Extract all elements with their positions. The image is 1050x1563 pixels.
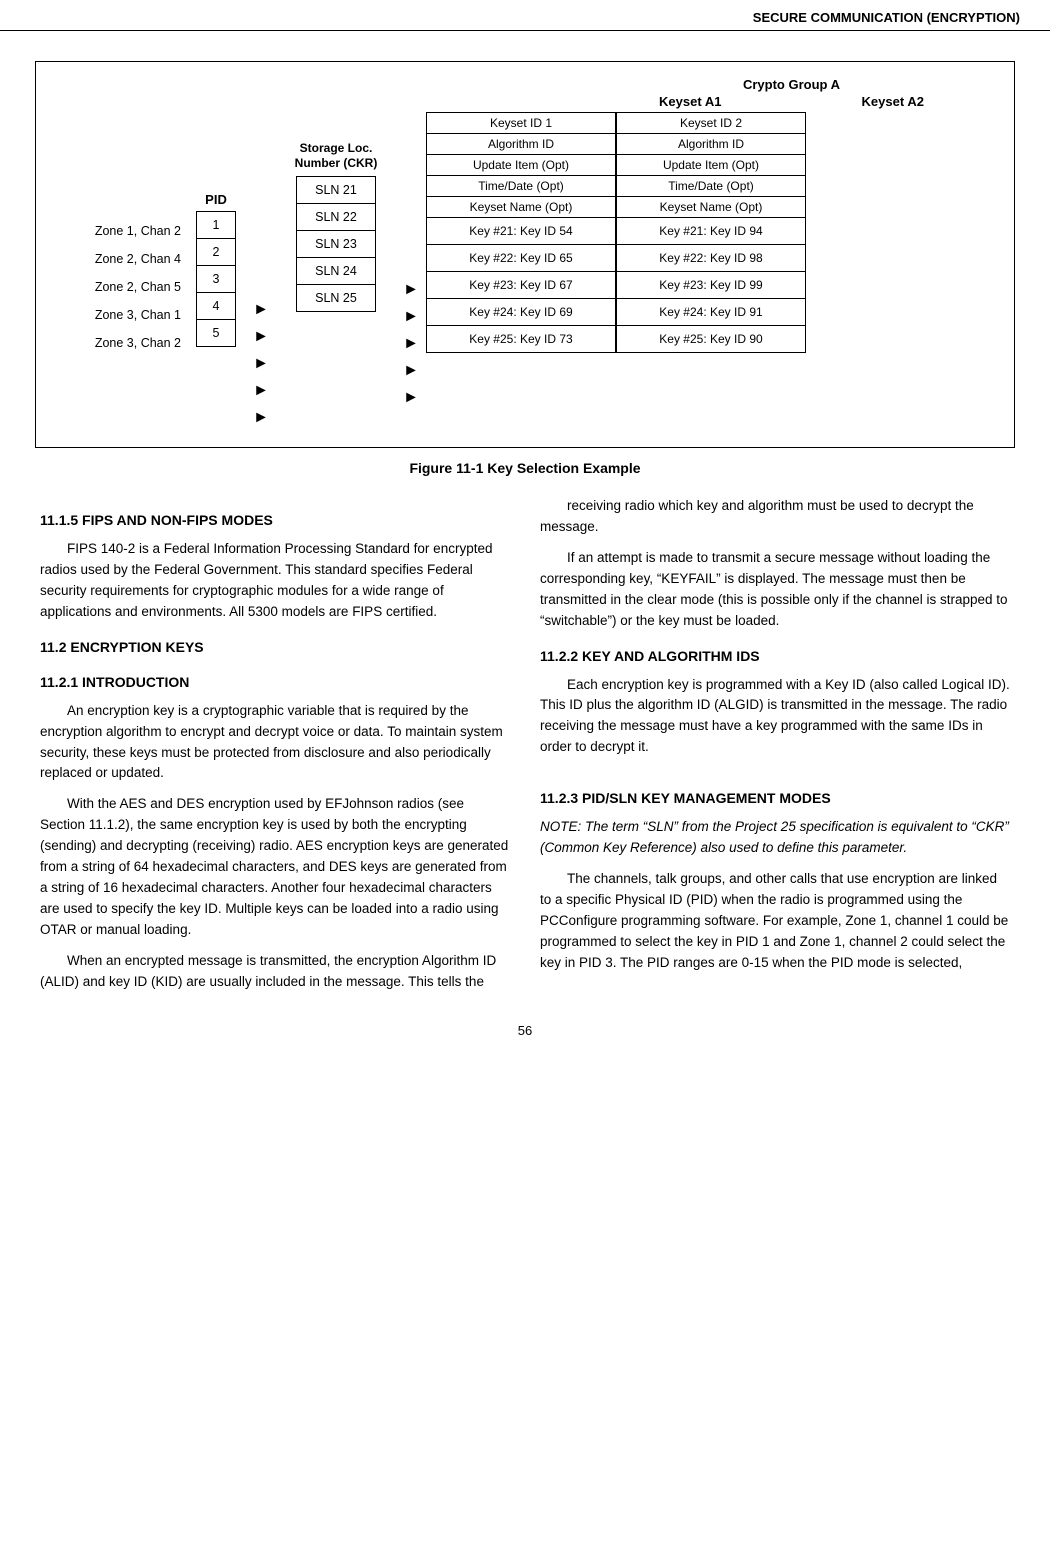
keys-columns: Keyset ID 1 Algorithm ID Update Item (Op… xyxy=(426,112,994,353)
keyset1-data-4: Key #25: Key ID 73 xyxy=(426,325,616,353)
pid-cell-4: 5 xyxy=(196,319,236,347)
keyset2-data-2: Key #23: Key ID 99 xyxy=(616,271,806,299)
section-11-2-2-p1: Each encryption key is programmed with a… xyxy=(540,675,1010,759)
figure-box: Crypto Group A Keyset A1 Keyset A2 Zone … xyxy=(35,61,1015,448)
zone-label-4: Zone 3, Chan 2 xyxy=(56,329,186,357)
arrow-2-0: ► xyxy=(403,276,419,304)
crypto-group-label: Crypto Group A xyxy=(589,77,994,92)
section-11-2-1-heading: 11.2.1 INTRODUCTION xyxy=(40,672,510,693)
keyset2-data-1: Key #22: Key ID 98 xyxy=(616,244,806,272)
main-content: Crypto Group A Keyset A1 Keyset A2 Zone … xyxy=(0,31,1050,1068)
header-title: SECURE COMMUNICATION (ENCRYPTION) xyxy=(753,10,1020,25)
figure-caption: Figure 11-1 Key Selection Example xyxy=(409,460,640,476)
keyset2-header-4: Keyset Name (Opt) xyxy=(616,196,806,218)
arrow-2-1: ► xyxy=(403,303,419,331)
keyset1-header-4: Keyset Name (Opt) xyxy=(426,196,616,218)
keyset-a2-column: Keyset ID 2 Algorithm ID Update Item (Op… xyxy=(616,112,806,353)
section-11-2-1-p1: An encryption key is a cryptographic var… xyxy=(40,701,510,785)
keyset2-data-3: Key #24: Key ID 91 xyxy=(616,298,806,326)
right-p2: If an attempt is made to transmit a secu… xyxy=(540,548,1010,632)
sln-cell-0: SLN 21 xyxy=(296,176,376,204)
keyset-a1-label: Keyset A1 xyxy=(659,94,721,109)
sln-cell-3: SLN 24 xyxy=(296,257,376,285)
right-column: receiving radio which key and algorithm … xyxy=(540,496,1010,1003)
right-p1: receiving radio which key and algorithm … xyxy=(540,496,1010,538)
diagram-grid: Zone 1, Chan 2 Zone 2, Chan 4 Zone 2, Ch… xyxy=(56,112,994,432)
sln-cell-2: SLN 23 xyxy=(296,230,376,258)
pid-cell-2: 3 xyxy=(196,265,236,293)
sln-cell-4: SLN 25 xyxy=(296,284,376,312)
section-11-2-1-p3: When an encrypted message is transmitted… xyxy=(40,951,510,993)
text-columns: 11.1.5 FIPS AND NON-FIPS MODES FIPS 140-… xyxy=(40,496,1010,1003)
sln-cell-1: SLN 22 xyxy=(296,203,376,231)
zone-label-0: Zone 1, Chan 2 xyxy=(56,217,186,245)
section-11-2-2-heading: 11.2.2 KEY AND ALGORITHM IDS xyxy=(540,646,1010,667)
sln-header: Storage Loc.Number (CKR) xyxy=(295,112,378,172)
section-11-1-5-heading: 11.1.5 FIPS AND NON-FIPS MODES xyxy=(40,510,510,531)
section-11-2-1-p2: With the AES and DES encryption used by … xyxy=(40,794,510,940)
section-11-2-3-note: NOTE: The term “SLN” from the Project 25… xyxy=(540,817,1010,859)
keyset-a2-label: Keyset A2 xyxy=(862,94,924,109)
keys-area: Keyset ID 1 Algorithm ID Update Item (Op… xyxy=(426,112,994,353)
zone-labels: Zone 1, Chan 2 Zone 2, Chan 4 Zone 2, Ch… xyxy=(56,112,186,357)
arrow-1-1: ► xyxy=(253,323,269,351)
arrow-1-0: ► xyxy=(253,296,269,324)
arrow-col-2: ► ► ► ► ► xyxy=(396,112,426,412)
pid-cell-1: 2 xyxy=(196,238,236,266)
keyset2-header-1: Algorithm ID xyxy=(616,133,806,155)
keyset1-header-0: Keyset ID 1 xyxy=(426,112,616,134)
keyset1-header-1: Algorithm ID xyxy=(426,133,616,155)
keyset1-data-1: Key #22: Key ID 65 xyxy=(426,244,616,272)
figure-container: Crypto Group A Keyset A1 Keyset A2 Zone … xyxy=(40,61,1010,476)
keyset2-data-4: Key #25: Key ID 90 xyxy=(616,325,806,353)
arrow-1-4: ► xyxy=(253,404,269,432)
keyset2-header-3: Time/Date (Opt) xyxy=(616,175,806,197)
arrow-1-3: ► xyxy=(253,377,269,405)
page-number: 56 xyxy=(40,1023,1010,1048)
pid-header: PID xyxy=(205,192,227,207)
keyset1-header-2: Update Item (Opt) xyxy=(426,154,616,176)
pid-column: PID 1 2 3 4 5 xyxy=(186,112,246,347)
arrow-2-2: ► xyxy=(403,330,419,358)
sln-column: Storage Loc.Number (CKR) SLN 21 SLN 22 S… xyxy=(276,112,396,312)
keyset2-header-2: Update Item (Opt) xyxy=(616,154,806,176)
zone-label-2: Zone 2, Chan 5 xyxy=(56,273,186,301)
diagram-wrapper: Crypto Group A Keyset A1 Keyset A2 Zone … xyxy=(56,77,994,432)
section-11-2-heading: 11.2 ENCRYPTION KEYS xyxy=(40,637,510,658)
section-11-2-3-heading: 11.2.3 PID/SLN KEY MANAGEMENT MODES xyxy=(540,788,1010,809)
arrow-2-3: ► xyxy=(403,357,419,385)
section-11-2-3-p1: The channels, talk groups, and other cal… xyxy=(540,869,1010,974)
keyset1-data-3: Key #24: Key ID 69 xyxy=(426,298,616,326)
arrow-2-4: ► xyxy=(403,384,419,412)
keyset1-data-2: Key #23: Key ID 67 xyxy=(426,271,616,299)
keyset2-data-0: Key #21: Key ID 94 xyxy=(616,217,806,245)
page-header: SECURE COMMUNICATION (ENCRYPTION) xyxy=(0,0,1050,31)
keyset-a1-column: Keyset ID 1 Algorithm ID Update Item (Op… xyxy=(426,112,616,353)
zone-label-3: Zone 3, Chan 1 xyxy=(56,301,186,329)
keyset1-data-0: Key #21: Key ID 54 xyxy=(426,217,616,245)
arrow-1-2: ► xyxy=(253,350,269,378)
section-11-1-5-p1: FIPS 140-2 is a Federal Information Proc… xyxy=(40,539,510,623)
pid-cell-0: 1 xyxy=(196,211,236,239)
keyset1-header-3: Time/Date (Opt) xyxy=(426,175,616,197)
left-column: 11.1.5 FIPS AND NON-FIPS MODES FIPS 140-… xyxy=(40,496,510,1003)
arrow-col-1: ► ► ► ► ► xyxy=(246,112,276,432)
zone-label-1: Zone 2, Chan 4 xyxy=(56,245,186,273)
pid-cell-3: 4 xyxy=(196,292,236,320)
keyset2-header-0: Keyset ID 2 xyxy=(616,112,806,134)
